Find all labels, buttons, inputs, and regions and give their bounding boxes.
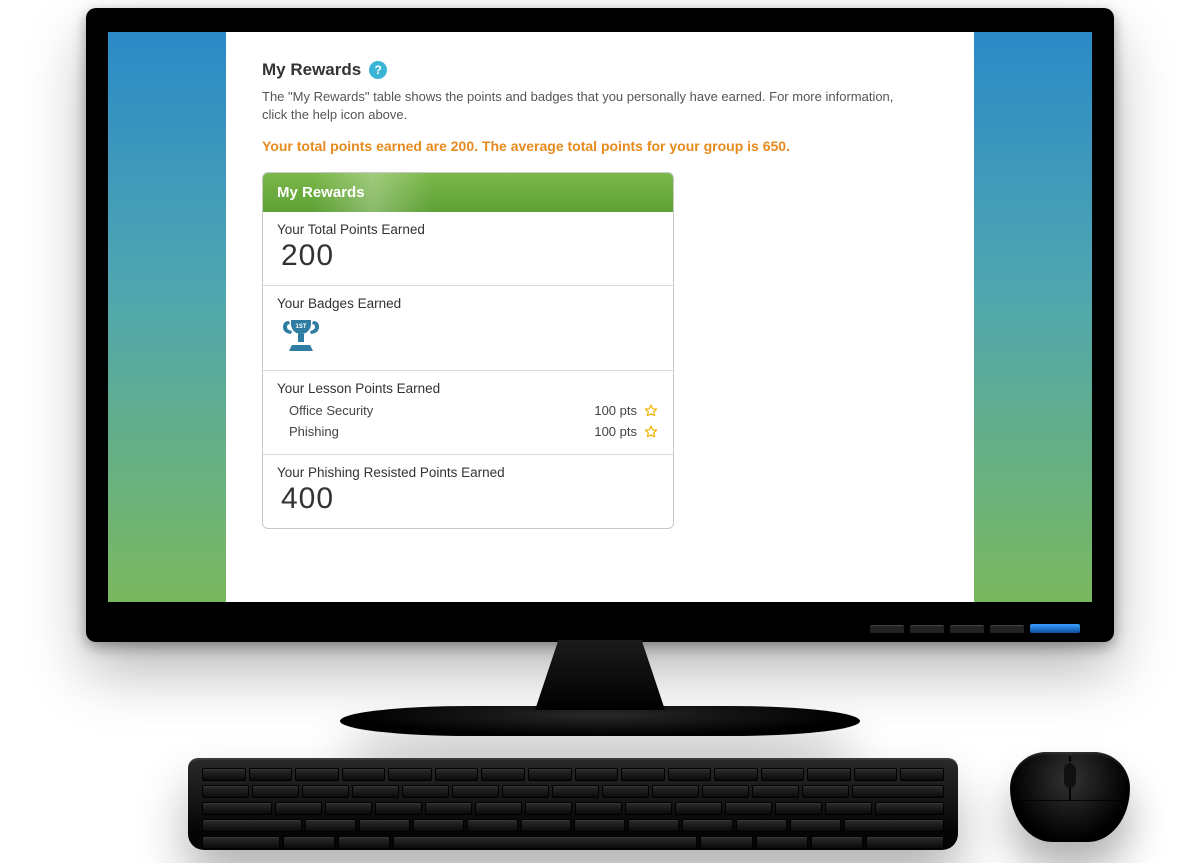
- lesson-table: Office Security 100 pts Phishing 100 pts: [277, 400, 659, 442]
- rewards-card: My Rewards Your Total Points Earned 200 …: [262, 172, 674, 529]
- mouse-wheel[interactable]: [1064, 762, 1076, 788]
- page-title: My Rewards: [262, 60, 361, 80]
- total-points-section: Your Total Points Earned 200: [263, 212, 673, 286]
- trophy-badge-text: 1ST: [295, 324, 306, 330]
- monitor-up-button[interactable]: [950, 625, 984, 633]
- lesson-name: Phishing: [289, 424, 573, 439]
- help-icon[interactable]: ?: [369, 61, 387, 79]
- lesson-points-section: Your Lesson Points Earned Office Securit…: [263, 371, 673, 455]
- monitor-power-button[interactable]: [1030, 624, 1080, 633]
- monitor-stand-neck: [535, 640, 665, 710]
- screen-right-gradient: [974, 32, 1092, 602]
- phishing-resisted-value: 400: [277, 482, 659, 516]
- screen: My Rewards ? The "My Rewards" table show…: [108, 32, 1092, 602]
- badges-section: Your Badges Earned: [263, 286, 673, 371]
- lesson-points: 100 pts: [573, 403, 637, 418]
- monitor-bezel: My Rewards ? The "My Rewards" table show…: [86, 8, 1114, 642]
- star-icon: [643, 425, 659, 439]
- monitor: My Rewards ? The "My Rewards" table show…: [86, 8, 1114, 736]
- monitor-stand-base: [340, 706, 860, 736]
- lesson-row: Phishing 100 pts: [277, 421, 659, 442]
- star-icon: [643, 404, 659, 418]
- total-points-value: 200: [277, 239, 659, 273]
- monitor-menu-button[interactable]: [870, 625, 904, 633]
- rewards-card-header: My Rewards: [263, 173, 673, 212]
- mouse[interactable]: [1010, 752, 1130, 850]
- lesson-points: 100 pts: [573, 424, 637, 439]
- monitor-down-button[interactable]: [910, 625, 944, 633]
- monitor-auto-button[interactable]: [990, 625, 1024, 633]
- keyboard[interactable]: [188, 758, 958, 850]
- lesson-row: Office Security 100 pts: [277, 400, 659, 421]
- trophy-1st-icon: 1ST: [281, 340, 321, 357]
- monitor-buttons: [870, 624, 1080, 633]
- badges-label: Your Badges Earned: [277, 296, 659, 311]
- phishing-resisted-section: Your Phishing Resisted Points Earned 400: [263, 455, 673, 528]
- points-summary: Your total points earned are 200. The av…: [262, 138, 938, 154]
- total-points-label: Your Total Points Earned: [277, 222, 659, 237]
- page-description: The "My Rewards" table shows the points …: [262, 88, 902, 124]
- lesson-points-label: Your Lesson Points Earned: [277, 381, 659, 396]
- phishing-resisted-label: Your Phishing Resisted Points Earned: [277, 465, 659, 480]
- content-area: My Rewards ? The "My Rewards" table show…: [226, 32, 974, 602]
- screen-left-gradient: [108, 32, 226, 602]
- lesson-name: Office Security: [289, 403, 573, 418]
